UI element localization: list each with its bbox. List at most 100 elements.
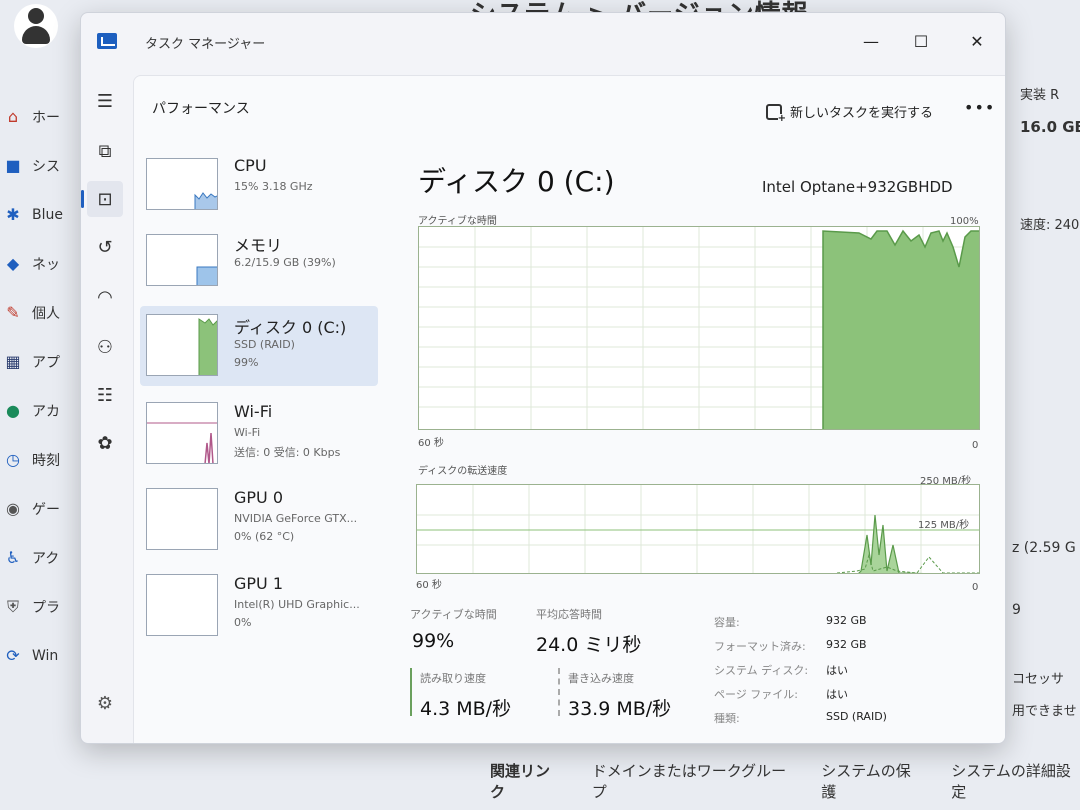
transfer-mid-label: 125 MB/秒: [918, 520, 970, 531]
prop-value: 932 GB: [826, 614, 867, 627]
write-rate-label: 書き込み速度: [568, 672, 634, 685]
settings-nav-personalize[interactable]: ✎ 個人: [0, 288, 80, 337]
settings-nav-account[interactable]: ● アカ: [0, 386, 80, 435]
nav-label: 個人: [32, 305, 60, 322]
page-title: パフォーマンス: [152, 101, 250, 117]
nav-label: シス: [32, 158, 60, 175]
users-icon: ⚇: [96, 336, 114, 358]
minimize-icon: —: [863, 31, 879, 51]
installed-ram-value: 16.0 GB: [1020, 118, 1080, 136]
avg-response-value: 24.0 ミリ秒: [536, 634, 642, 656]
device-usage: 99%: [234, 356, 259, 369]
nav-label: プラ: [32, 599, 60, 616]
device-usage: 0% (62 °C): [234, 530, 295, 543]
settings-nav-apps[interactable]: ▦ アプ: [0, 337, 80, 386]
prop-key: ページ ファイル:: [714, 688, 798, 701]
active-time-stat-value: 99%: [412, 630, 455, 652]
accessibility-icon: ♿: [5, 548, 21, 567]
device-wifi[interactable]: Wi-Fi Wi-Fi 送信: 0 受信: 0 Kbps: [140, 394, 378, 474]
prop-key: 種類:: [714, 712, 740, 725]
active-time-stat-label: アクティブな時間: [410, 608, 497, 621]
device-name: GPU 1: [234, 574, 284, 593]
task-manager-window: タスク マネージャー — ☐ ✕ ☰ ⧉ ⊡ ↺ ◠ ⚇ ☷ ✿ ⚙ パフォーマ…: [80, 12, 1006, 744]
device-memory[interactable]: メモリ 6.2/15.9 GB (39%): [140, 224, 378, 304]
device-gpu-1[interactable]: GPU 1 Intel(R) UHD Graphic... 0%: [140, 566, 378, 646]
read-rate-label: 読み取り速度: [420, 672, 486, 685]
settings-nav-home[interactable]: ⌂ ホー: [0, 92, 80, 141]
settings-nav-accessibility[interactable]: ♿ アク: [0, 533, 80, 582]
nav-label: ホー: [32, 109, 60, 126]
active-axis-end: 0: [972, 440, 979, 451]
system-protection-link[interactable]: システムの保護: [821, 760, 921, 802]
wifi-thumbnail-graph: [146, 402, 218, 464]
prop-value: はい: [826, 664, 848, 677]
device-sub: 15% 3.18 GHz: [234, 180, 313, 193]
hamburger-menu-button[interactable]: ☰: [87, 83, 123, 119]
disk-thumbnail-graph: [146, 314, 218, 376]
settings-nav-network[interactable]: ◆ ネッ: [0, 239, 80, 288]
transfer-rate-graph-svg: [417, 485, 979, 573]
apps-icon: ▦: [5, 352, 21, 371]
device-name: CPU: [234, 156, 267, 175]
disk-model: Intel Optane+932GBHDD: [762, 178, 953, 196]
sidebar-item-details[interactable]: ☷: [87, 377, 123, 413]
sidebar-item-services[interactable]: ✿: [87, 425, 123, 461]
domain-workgroup-link[interactable]: ドメインまたはワークグループ: [592, 760, 791, 802]
close-button[interactable]: ✕: [957, 29, 997, 53]
device-sub: 6.2/15.9 GB (39%): [234, 256, 336, 269]
settings-nav-privacy[interactable]: ⛨ プラ: [0, 582, 80, 631]
privacy-icon: ⛨: [6, 596, 19, 616]
settings-nav-system[interactable]: ■ シス: [0, 141, 80, 190]
title-bar[interactable]: タスク マネージャー — ☐ ✕: [81, 13, 1005, 69]
brush-icon: ✎: [6, 303, 20, 322]
settings-nav-time[interactable]: ◷ 時刻: [0, 435, 80, 484]
settings-nav-bluetooth[interactable]: ✱ Blue: [0, 190, 80, 239]
device-sub: SSD (RAID): [234, 338, 295, 351]
read-rate-series: [836, 553, 979, 573]
transfer-axis-start: 60 秒: [416, 580, 442, 591]
device-gpu-0[interactable]: GPU 0 NVIDIA GeForce GTX... 0% (62 °C): [140, 480, 378, 560]
gpu1-thumbnail-graph: [146, 574, 218, 636]
performance-icon: ⊡: [97, 188, 113, 210]
device-name: GPU 0: [234, 488, 284, 507]
clock-icon: ◷: [6, 450, 20, 469]
sidebar-item-users[interactable]: ⚇: [87, 329, 123, 365]
device-name: メモリ: [234, 236, 283, 255]
prop-value: SSD (RAID): [826, 710, 887, 723]
more-options-button[interactable]: •••: [964, 98, 995, 117]
device-sub: NVIDIA GeForce GTX...: [234, 512, 358, 525]
settings-nav-update[interactable]: ⟳ Win: [0, 631, 80, 680]
advanced-system-settings-link[interactable]: システムの詳細設定: [951, 760, 1080, 802]
run-task-icon: [766, 103, 786, 124]
transfer-axis-end: 0: [972, 582, 979, 593]
settings-nav-gaming[interactable]: ◉ ゲー: [0, 484, 80, 533]
nav-label: アプ: [32, 354, 60, 371]
sidebar-item-app-history[interactable]: ↺: [87, 229, 123, 265]
avatar[interactable]: [14, 4, 58, 48]
settings-button[interactable]: ⚙: [87, 685, 123, 721]
active-time-series: [822, 229, 979, 429]
device-cpu[interactable]: CPU 15% 3.18 GHz: [140, 148, 378, 228]
prop-key: システム ディスク:: [714, 664, 809, 677]
processor-label: コセッサ: [1012, 672, 1065, 687]
device-name: Wi-Fi: [234, 402, 273, 421]
sidebar-item-processes[interactable]: ⧉: [87, 133, 123, 169]
bluetooth-icon: ✱: [6, 205, 20, 224]
minimize-button[interactable]: —: [851, 29, 891, 53]
device-sub: Wi-Fi: [234, 426, 261, 439]
device-usage: 0%: [234, 616, 252, 629]
sidebar-item-performance[interactable]: ⊡: [81, 181, 123, 217]
maximize-button[interactable]: ☐: [901, 29, 941, 53]
home-icon: ⌂: [7, 107, 19, 126]
processes-icon: ⧉: [98, 140, 112, 162]
settings-nav: ⌂ ホー ■ シス ✱ Blue ◆ ネッ ✎ 個人 ▦ アプ ● アカ ◷ 時刻 ◉ ゲー ♿ ア…: [0, 92, 80, 680]
gear-icon: ⚙: [96, 692, 114, 714]
speed-label: 速度: 240: [1020, 218, 1080, 233]
write-rate-value: 33.9 MB/秒: [568, 698, 672, 720]
active-time-graph: [418, 226, 980, 430]
sidebar-item-startup[interactable]: ◠: [87, 279, 123, 315]
device-disk-0[interactable]: ディスク 0 (C:) SSD (RAID) 99%: [140, 306, 378, 386]
services-icon: ✿: [97, 432, 113, 454]
run-new-task-button[interactable]: 新しいタスクを実行する: [766, 102, 933, 124]
active-time-graph-svg: [419, 227, 979, 429]
